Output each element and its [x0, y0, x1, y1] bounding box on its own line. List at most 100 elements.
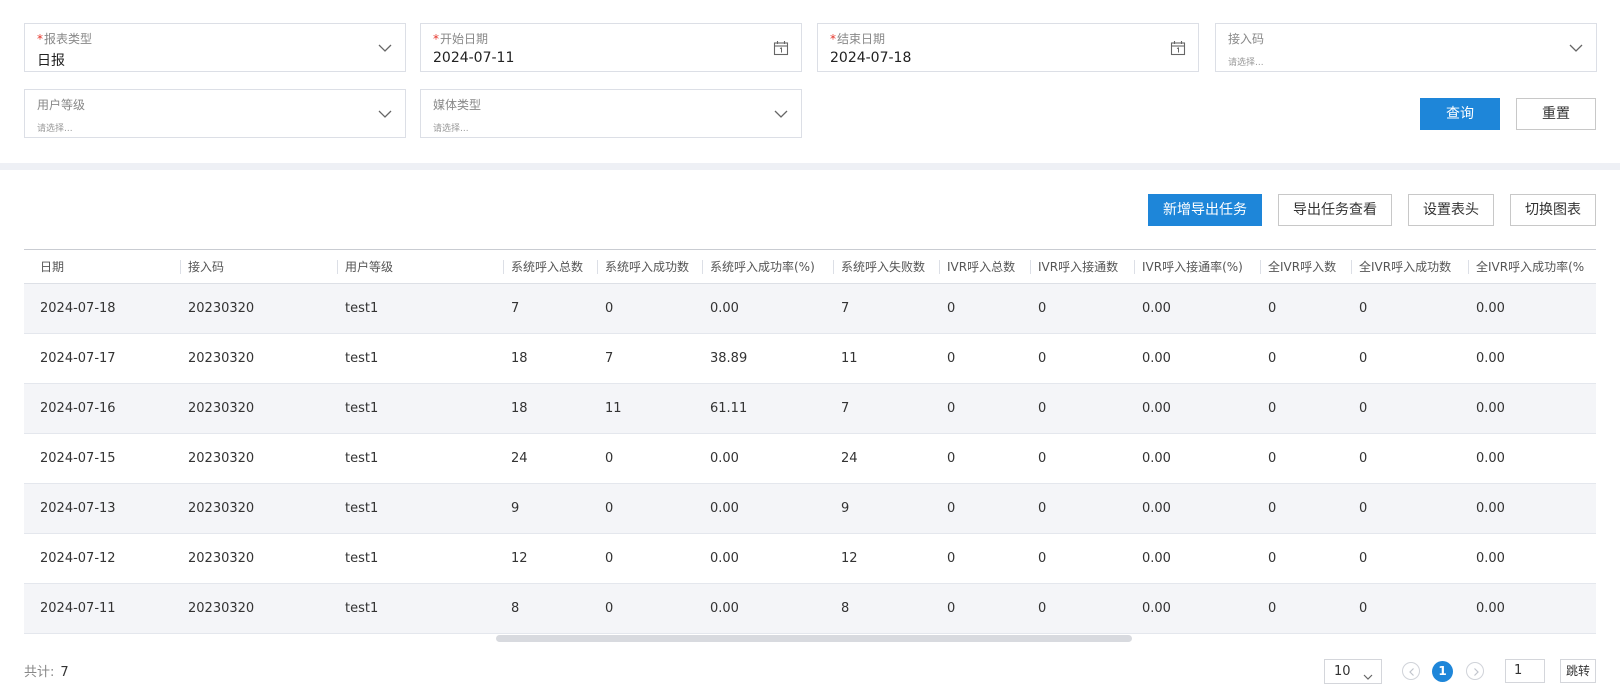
page-size-value: 10: [1334, 664, 1351, 679]
column-separator[interactable]: [939, 260, 940, 274]
column-separator[interactable]: [1468, 260, 1469, 274]
table-row[interactable]: 2024-07-16 20230320 test1 18 11 61.11 7 0 0 0.00 0…: [24, 384, 1596, 434]
table-cell: test1: [345, 401, 379, 416]
column-header: 全IVR呼入数: [1268, 260, 1337, 274]
column-separator[interactable]: [180, 260, 181, 274]
prev-page-button[interactable]: [1402, 662, 1420, 680]
table-cell: 0: [1268, 601, 1277, 616]
table-cell: test1: [345, 351, 379, 366]
filter-panel: *报表类型 日报 *开始日期 2024-07-11 *结束日期 2024-07-…: [0, 0, 1620, 163]
table-cell: 18: [511, 401, 528, 416]
query-button[interactable]: 查询: [1420, 98, 1500, 130]
table-cell: 7: [605, 351, 614, 366]
user-level-select[interactable]: 用户等级 请选择...: [24, 89, 406, 138]
report-type-label: *报表类型: [37, 32, 93, 46]
table-cell: 0: [1359, 451, 1368, 466]
total-label: 共计:: [24, 665, 55, 680]
column-separator[interactable]: [1134, 260, 1135, 274]
column-separator[interactable]: [503, 260, 504, 274]
total-value: 7: [60, 665, 69, 680]
column-separator[interactable]: [337, 260, 338, 274]
table-cell: 0: [605, 551, 614, 566]
table-cell: 20230320: [188, 451, 255, 466]
table-cell: 0: [1359, 601, 1368, 616]
table-cell: 0.00: [1142, 401, 1171, 416]
view-export-tasks-button[interactable]: 导出任务查看: [1278, 194, 1392, 226]
table-cell: 8: [511, 601, 520, 616]
table-cell: 20230320: [188, 401, 255, 416]
table-cell: 0.00: [1476, 501, 1505, 516]
table-cell: 0: [605, 451, 614, 466]
table-cell: 0: [1268, 551, 1277, 566]
page-size-select[interactable]: 10: [1324, 659, 1382, 684]
table-cell: 12: [841, 551, 858, 566]
table-row[interactable]: 2024-07-11 20230320 test1 8 0 0.00 8 0 0 0.00 0 0 0.…: [24, 584, 1596, 634]
chevron-left-icon: [1409, 668, 1414, 676]
reset-button[interactable]: 重置: [1516, 98, 1596, 130]
table-row[interactable]: 2024-07-17 20230320 test1 18 7 38.89 11 0 0 0.00 0…: [24, 334, 1596, 384]
table-cell: 0: [1038, 401, 1047, 416]
media-type-select[interactable]: 媒体类型 请选择...: [420, 89, 802, 138]
table-cell: 24: [511, 451, 528, 466]
set-header-button[interactable]: 设置表头: [1408, 194, 1494, 226]
user-level-label: 用户等级: [37, 98, 86, 112]
access-code-select[interactable]: 接入码 请选择...: [1215, 23, 1597, 72]
table-row[interactable]: 2024-07-12 20230320 test1 12 0 0.00 12 0 0 0.00 0 0…: [24, 534, 1596, 584]
table-cell: 2024-07-18: [40, 301, 116, 316]
column-separator[interactable]: [702, 260, 703, 274]
column-separator[interactable]: [1030, 260, 1031, 274]
column-header: 全IVR呼入成功率(%: [1476, 260, 1585, 274]
table-cell: 0: [947, 601, 956, 616]
section-divider: [0, 163, 1620, 170]
table-cell: 12: [511, 551, 528, 566]
column-separator[interactable]: [1260, 260, 1261, 274]
table-cell: 0: [1359, 551, 1368, 566]
table-cell: 0: [1038, 351, 1047, 366]
chevron-down-icon: [377, 106, 393, 122]
column-header: IVR呼入接通数: [1038, 260, 1119, 274]
table-cell: 0.00: [1476, 451, 1505, 466]
table-cell: 0: [605, 301, 614, 316]
table-cell: 2024-07-16: [40, 401, 116, 416]
column-separator[interactable]: [1351, 260, 1352, 274]
table-cell: test1: [345, 551, 379, 566]
table-cell: 0.00: [1476, 601, 1505, 616]
end-date-picker[interactable]: *结束日期 2024-07-18: [817, 23, 1199, 72]
table-row[interactable]: 2024-07-13 20230320 test1 9 0 0.00 9 0 0 0.00 0 0 0.…: [24, 484, 1596, 534]
chevron-down-icon: [1363, 667, 1373, 690]
calendar-icon[interactable]: [773, 40, 789, 56]
table-cell: test1: [345, 601, 379, 616]
column-header: IVR呼入总数: [947, 260, 1016, 274]
table-cell: test1: [345, 451, 379, 466]
table-cell: 0: [1268, 501, 1277, 516]
table-cell: 0.00: [1142, 501, 1171, 516]
table-body: 2024-07-18 20230320 test1 7 0 0.00 7 0 0 0.00 0 0 0.…: [24, 284, 1596, 634]
table-cell: 7: [511, 301, 520, 316]
jump-button[interactable]: 跳转: [1560, 659, 1596, 683]
column-separator[interactable]: [833, 260, 834, 274]
start-date-picker[interactable]: *开始日期 2024-07-11: [420, 23, 802, 72]
table-cell: 2024-07-13: [40, 501, 116, 516]
table-cell: 20230320: [188, 551, 255, 566]
table-cell: 20230320: [188, 601, 255, 616]
chevron-down-icon: [773, 106, 789, 122]
column-separator[interactable]: [597, 260, 598, 274]
table-cell: 7: [841, 301, 850, 316]
table-cell: 0.00: [1476, 401, 1505, 416]
user-level-placeholder: 请选择...: [37, 124, 73, 134]
table-cell: test1: [345, 301, 379, 316]
column-header: 系统呼入总数: [511, 260, 584, 274]
table-cell: 2024-07-15: [40, 451, 116, 466]
table-row[interactable]: 2024-07-18 20230320 test1 7 0 0.00 7 0 0 0.00 0 0 0.…: [24, 284, 1596, 334]
next-page-button[interactable]: [1466, 662, 1484, 680]
horizontal-scrollbar[interactable]: [496, 635, 1132, 642]
table-cell: 0: [1038, 501, 1047, 516]
table-row[interactable]: 2024-07-15 20230320 test1 24 0 0.00 24 0 0 0.00 0 0…: [24, 434, 1596, 484]
table-cell: 0.00: [1142, 301, 1171, 316]
calendar-icon[interactable]: [1170, 40, 1186, 56]
jump-page-input[interactable]: 1: [1505, 659, 1545, 683]
new-export-task-button[interactable]: 新增导出任务: [1148, 194, 1262, 226]
switch-chart-button[interactable]: 切换图表: [1510, 194, 1596, 226]
report-type-select[interactable]: *报表类型 日报: [24, 23, 406, 72]
current-page-button[interactable]: 1: [1432, 661, 1453, 682]
